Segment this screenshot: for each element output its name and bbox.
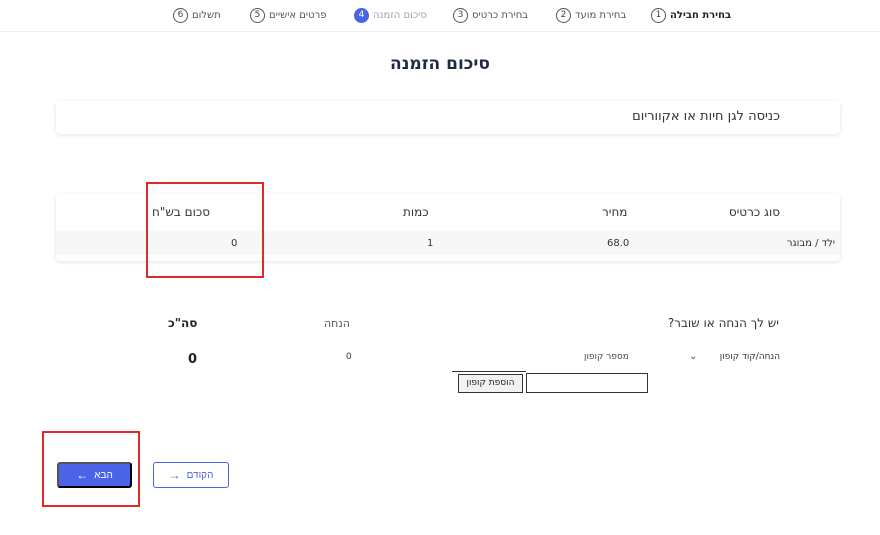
step-label: סיכום הזמנה	[373, 9, 427, 21]
header-quantity: כמות	[403, 205, 429, 219]
step-label: בחירת חבילה	[670, 9, 732, 21]
add-coupon-button[interactable]: הוספת קופון	[458, 374, 523, 393]
step-label: תשלום	[192, 9, 221, 21]
discount-type-select[interactable]: הנחה/קוד קופון	[720, 352, 780, 362]
coupon-divider	[452, 371, 526, 372]
coupon-code-label: מספר קופון	[584, 352, 629, 362]
previous-button-label: הקודם	[186, 469, 214, 481]
step-number: 5	[250, 7, 265, 23]
highlight-box-sum	[146, 182, 264, 278]
step-number: 4	[354, 7, 369, 23]
cell-price: 68.0	[607, 238, 630, 249]
previous-button[interactable]: → הקודם	[153, 462, 229, 488]
total-value: 0	[188, 352, 198, 367]
coupon-code-input[interactable]	[526, 373, 648, 393]
step-label: בחירת כרטיס	[472, 9, 529, 21]
step-number: 3	[453, 7, 468, 23]
step-label: פרטים אישיים	[269, 9, 327, 21]
arrow-right-icon: →	[168, 468, 181, 482]
step-label: בחירת מועד	[575, 9, 627, 21]
step-number: 6	[173, 7, 188, 23]
step-4[interactable]: 4 סיכום הזמנה	[354, 6, 427, 24]
step-number: 1	[651, 7, 666, 23]
step-2[interactable]: 2 בחירת מועד	[556, 6, 626, 24]
step-number: 2	[556, 7, 571, 23]
step-1[interactable]: 1 בחירת חבילה	[651, 6, 731, 24]
discount-value: 0	[346, 352, 352, 362]
header-ticket-type: סוג כרטיס	[728, 205, 780, 219]
header-price: מחיר	[602, 205, 628, 219]
coupon-question: יש לך הנחה או שובר?	[667, 316, 779, 330]
discount-header: הנחה	[324, 317, 350, 330]
page-title: סיכום הזמנה	[390, 54, 490, 74]
chevron-down-icon[interactable]: ⌄	[689, 351, 697, 362]
package-card: כניסה לגן חיות או אקווריום	[56, 101, 840, 134]
package-name: כניסה לגן חיות או אקווריום	[632, 109, 780, 124]
step-3[interactable]: 3 בחירת כרטיס	[453, 6, 528, 24]
highlight-box-next	[42, 431, 140, 507]
step-5[interactable]: 5 פרטים אישיים	[250, 6, 327, 24]
cell-quantity: 1	[427, 238, 434, 249]
cell-ticket-type: ילד / מבוגר	[786, 238, 835, 249]
progress-stepper: 1 בחירת חבילה 2 בחירת מועד 3 בחירת כרטיס…	[0, 0, 880, 32]
total-header: סה"כ	[168, 316, 198, 330]
step-6[interactable]: 6 תשלום	[173, 6, 221, 24]
